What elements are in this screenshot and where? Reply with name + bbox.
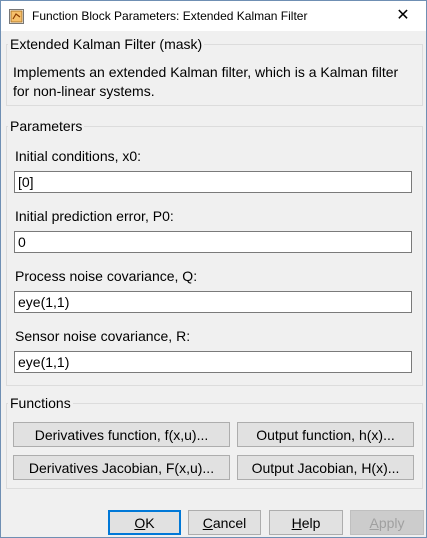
initial-prediction-error-label: Initial prediction error, P0: xyxy=(15,208,174,224)
derivatives-function-button[interactable]: Derivatives function, f(x,u)... xyxy=(13,422,230,447)
cancel-button[interactable]: Cancel xyxy=(188,510,261,535)
apply-mnemonic: A xyxy=(369,514,379,531)
dialog-window: Function Block Parameters: Extended Kalm… xyxy=(0,0,427,538)
ok-button[interactable]: OK xyxy=(108,510,181,535)
derivatives-jacobian-button[interactable]: Derivatives Jacobian, F(x,u)... xyxy=(13,455,230,480)
close-icon: ✕ xyxy=(396,7,410,24)
initial-conditions-input[interactable] xyxy=(14,171,412,193)
title-bar[interactable]: Function Block Parameters: Extended Kalm… xyxy=(1,1,426,31)
help-button[interactable]: Help xyxy=(269,510,343,535)
output-function-button[interactable]: Output function, h(x)... xyxy=(237,422,414,447)
apply-button[interactable]: Apply xyxy=(350,510,424,535)
ok-mnemonic: O xyxy=(134,514,146,531)
cancel-mnemonic: C xyxy=(202,514,213,531)
help-label-rest: elp xyxy=(301,514,321,531)
ok-label-rest: K xyxy=(145,514,155,531)
simulink-block-icon xyxy=(9,9,24,24)
close-button[interactable]: ✕ xyxy=(380,1,426,31)
mask-group-title: Extended Kalman Filter (mask) xyxy=(8,35,205,53)
initial-conditions-label: Initial conditions, x0: xyxy=(15,148,142,164)
parameters-group-title: Parameters xyxy=(8,117,85,135)
window-title: Function Block Parameters: Extended Kalm… xyxy=(32,9,308,23)
process-noise-covariance-label: Process noise covariance, Q: xyxy=(15,268,198,284)
cancel-label-rest: ancel xyxy=(212,514,247,531)
sensor-noise-covariance-input[interactable] xyxy=(14,351,412,373)
apply-label-rest: pply xyxy=(378,514,405,531)
process-noise-covariance-input[interactable] xyxy=(14,291,412,313)
mask-description: Implements an extended Kalman filter, wh… xyxy=(13,64,399,99)
parameters-group xyxy=(6,126,423,386)
help-mnemonic: H xyxy=(291,514,302,531)
initial-prediction-error-input[interactable] xyxy=(14,231,412,253)
sensor-noise-covariance-label: Sensor noise covariance, R: xyxy=(15,328,191,344)
functions-group-title: Functions xyxy=(8,394,73,412)
output-jacobian-button[interactable]: Output Jacobian, H(x)... xyxy=(237,455,414,480)
